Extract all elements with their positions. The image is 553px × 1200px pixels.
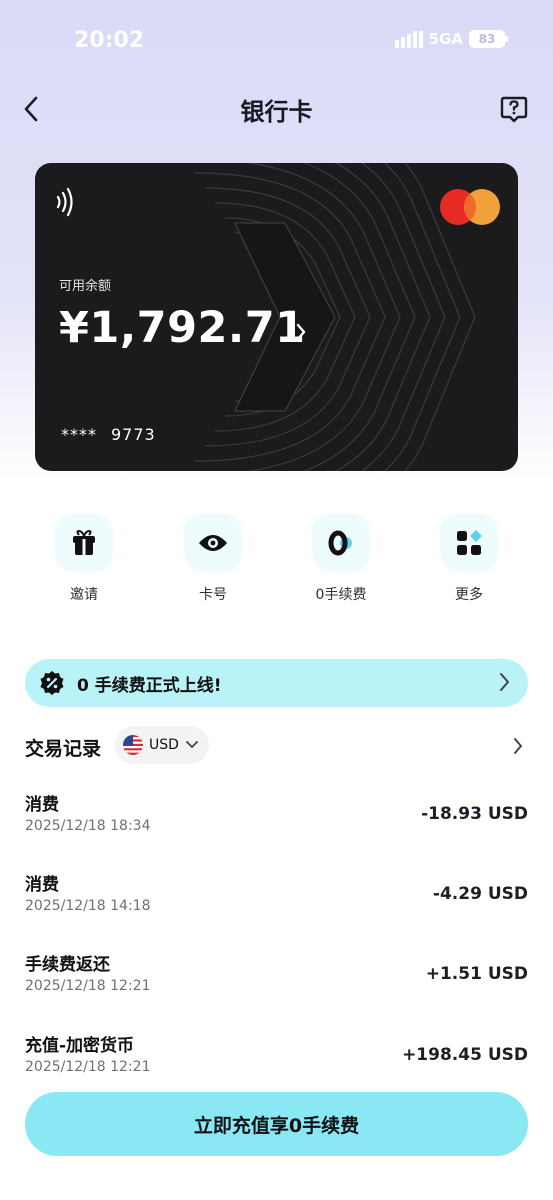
contactless-icon: [56, 187, 73, 217]
eye-icon: [184, 514, 242, 572]
card-number: **** 9773: [61, 425, 156, 444]
chevron-right-icon: [500, 673, 509, 691]
transaction-name: 充值-加密货币: [25, 1036, 135, 1056]
status-indicators: 5GA 83: [394, 30, 508, 48]
transaction-row[interactable]: 手续费返还 2025/12/18 12:21 +1.51 USD: [25, 950, 528, 1006]
action-invite-label: 邀请: [70, 587, 98, 603]
help-button[interactable]: [499, 94, 529, 124]
balance-amount: ¥1,792.71: [59, 303, 306, 353]
transaction-date: 2025/12/18 14:18: [25, 898, 151, 914]
view-all-chevron-icon[interactable]: [512, 736, 524, 756]
card-last4: 9773: [111, 425, 156, 444]
nav-bar: 银行卡: [0, 80, 553, 136]
banner-text: 0 手续费正式上线!: [77, 675, 222, 696]
action-zero-fee-label: 0手续费: [315, 587, 367, 603]
transactions-header: 交易记录 USD: [25, 726, 528, 766]
us-flag-icon: [123, 735, 143, 755]
action-card-number-label: 卡号: [199, 587, 227, 603]
transaction-name: 消费: [25, 875, 59, 895]
transaction-row[interactable]: 消费 2025/12/18 18:34 -18.93 USD: [25, 790, 528, 846]
transaction-date: 2025/12/18 12:21: [25, 978, 151, 994]
gift-icon: [55, 514, 113, 572]
status-time: 20:02: [74, 28, 145, 53]
top-up-button[interactable]: 立即充值享0手续费: [25, 1092, 528, 1156]
help-icon: [500, 96, 528, 123]
zero-fee-banner[interactable]: 0 手续费正式上线!: [25, 659, 528, 707]
transaction-name: 手续费返还: [25, 955, 110, 975]
status-bar: 20:02 5GA 83: [0, 0, 553, 80]
transaction-amount: +198.45 USD: [402, 1045, 528, 1065]
card-number-mask: ****: [61, 425, 97, 444]
page-title: 银行卡: [240, 98, 313, 126]
action-more-label: 更多: [455, 587, 483, 603]
transaction-amount: +1.51 USD: [425, 964, 528, 984]
currency-selector[interactable]: USD: [115, 726, 209, 764]
mastercard-logo-icon: [440, 189, 500, 225]
transaction-date: 2025/12/18 18:34: [25, 818, 151, 834]
currency-code: USD: [149, 737, 179, 753]
balance-label: 可用余额: [59, 279, 112, 294]
zero-fee-icon: [312, 514, 370, 572]
chevron-right-icon[interactable]: [295, 323, 307, 341]
bank-card[interactable]: 可用余额 ¥1,792.71 **** 9773: [35, 163, 518, 471]
battery-level: 83: [478, 32, 496, 46]
transaction-date: 2025/12/18 12:21: [25, 1059, 151, 1075]
apps-grid-icon: [440, 514, 498, 572]
chevron-down-icon: [186, 741, 198, 748]
transaction-amount: -4.29 USD: [432, 884, 528, 904]
network-type: 5GA: [428, 30, 463, 48]
transaction-row[interactable]: 消费 2025/12/18 14:18 -4.29 USD: [25, 870, 528, 926]
signal-icon: [394, 30, 423, 48]
quick-actions: 邀请 卡号 0手续费 更多: [0, 514, 553, 614]
action-more[interactable]: 更多: [419, 514, 519, 604]
battery-icon: 83: [469, 30, 508, 48]
transaction-row[interactable]: 充值-加密货币 2025/12/18 12:21 +198.45 USD: [25, 1031, 528, 1087]
discount-badge-icon: [40, 671, 64, 695]
transactions-title: 交易记录: [25, 738, 102, 760]
action-invite[interactable]: 邀请: [34, 514, 134, 604]
transaction-name: 消费: [25, 795, 59, 815]
action-zero-fee[interactable]: 0手续费: [291, 514, 391, 604]
transaction-amount: -18.93 USD: [421, 804, 528, 824]
action-card-number[interactable]: 卡号: [163, 514, 263, 604]
